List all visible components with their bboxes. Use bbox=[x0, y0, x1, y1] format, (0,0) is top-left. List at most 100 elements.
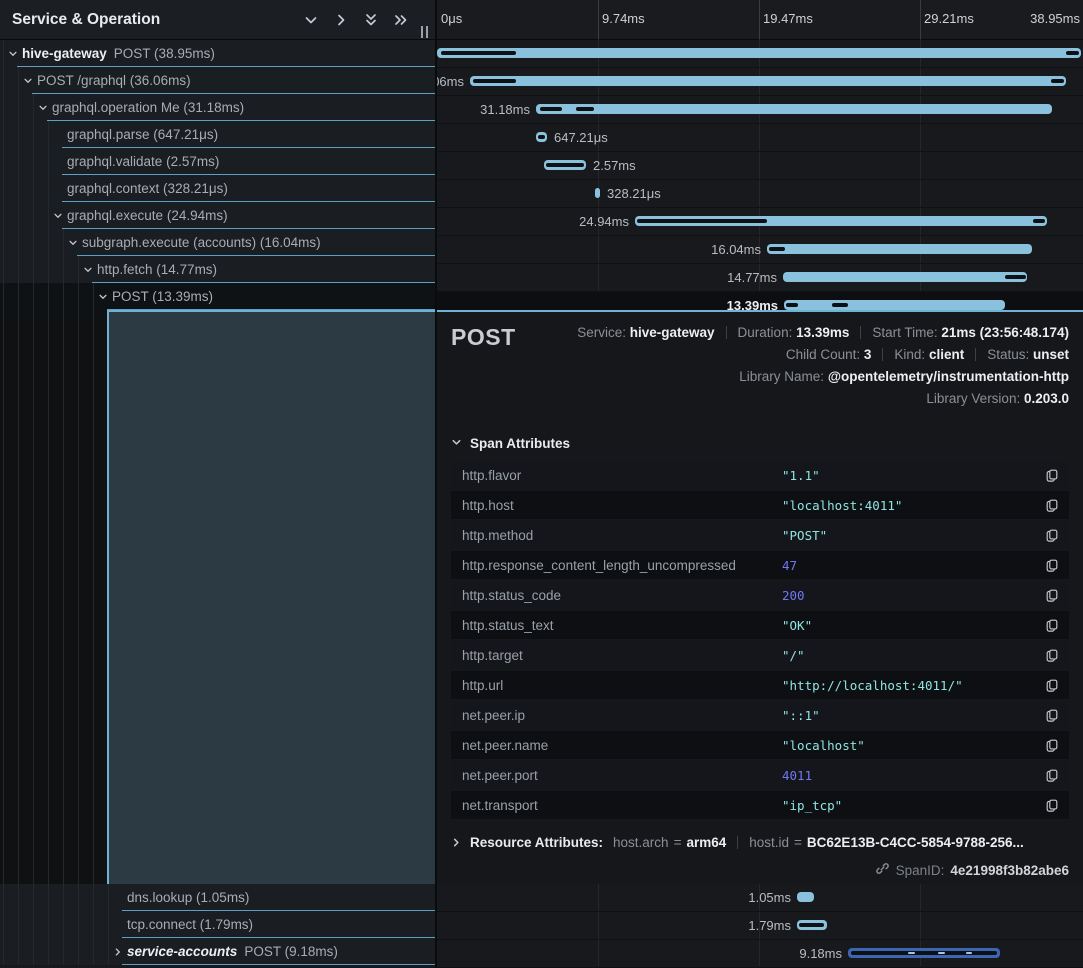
double-chevron-down-icon[interactable] bbox=[363, 12, 379, 28]
indent-guide bbox=[48, 884, 49, 911]
span-tree-row[interactable]: hive-gatewayPOST (38.95ms) bbox=[0, 40, 435, 67]
span-label: hive-gatewayPOST (38.95ms) bbox=[22, 40, 215, 67]
chevron-down-icon[interactable] bbox=[98, 283, 108, 310]
timeline-row[interactable]: 328.21μs bbox=[437, 180, 1083, 208]
overview-label: Start Time: bbox=[872, 325, 941, 340]
timeline-row[interactable]: 31.18ms bbox=[437, 96, 1083, 124]
attribute-value: 4011 bbox=[782, 768, 1035, 783]
copy-icon[interactable] bbox=[1035, 648, 1069, 662]
indent-guide bbox=[78, 938, 79, 965]
divider bbox=[860, 326, 861, 339]
timeline-row[interactable]: 36.06ms bbox=[437, 68, 1083, 96]
resource-key: host.id bbox=[749, 835, 789, 850]
indent-guide bbox=[3, 911, 4, 938]
chevron-down-icon[interactable] bbox=[53, 202, 63, 229]
copy-icon[interactable] bbox=[1035, 588, 1069, 602]
copy-icon[interactable] bbox=[1035, 558, 1069, 572]
span-tree-row[interactable]: graphql.context (328.21μs) bbox=[0, 175, 435, 202]
timeline-row[interactable] bbox=[437, 40, 1083, 68]
attribute-key: http.url bbox=[451, 678, 782, 693]
attribute-value: "POST" bbox=[782, 528, 1035, 543]
chevron-right-icon[interactable] bbox=[333, 12, 349, 28]
span-bar[interactable] bbox=[437, 48, 1081, 58]
ruler-tick-label: 38.95ms bbox=[1030, 0, 1080, 38]
duration-label: 14.77ms bbox=[727, 264, 777, 291]
span-tree-row[interactable]: graphql.parse (647.21μs) bbox=[0, 121, 435, 148]
chevron-down-icon[interactable] bbox=[8, 40, 18, 67]
double-chevron-right-icon[interactable] bbox=[393, 12, 409, 28]
chevron-right-icon[interactable] bbox=[113, 938, 123, 965]
indent-guide bbox=[48, 256, 49, 283]
span-label: http.fetch (14.77ms) bbox=[97, 256, 217, 283]
timeline-row[interactable]: 1.05ms bbox=[437, 884, 1083, 912]
span-bar[interactable] bbox=[470, 76, 1066, 86]
divider bbox=[975, 348, 976, 361]
span-tree-row[interactable]: dns.lookup (1.05ms) bbox=[0, 884, 435, 911]
copy-icon[interactable] bbox=[1035, 618, 1069, 632]
attribute-value: "::1" bbox=[782, 708, 1035, 723]
span-bar[interactable] bbox=[544, 160, 586, 170]
indent-guide bbox=[33, 884, 34, 911]
span-attributes-header[interactable]: Span Attributes bbox=[451, 436, 1069, 451]
resource-attributes-row[interactable]: Resource Attributes: host.arch=arm64host… bbox=[437, 835, 1083, 850]
span-tree-row[interactable]: graphql.validate (2.57ms) bbox=[0, 148, 435, 175]
timeline-row[interactable]: 1.79ms bbox=[437, 912, 1083, 940]
timeline-row[interactable]: 16.04ms bbox=[437, 236, 1083, 264]
span-bar[interactable] bbox=[783, 272, 1027, 282]
copy-icon[interactable] bbox=[1035, 738, 1069, 752]
span-tree-row[interactable]: POST (13.39ms) bbox=[0, 283, 435, 310]
span-bar[interactable] bbox=[784, 300, 1005, 310]
chevron-down-icon[interactable] bbox=[38, 94, 48, 121]
span-tree-row[interactable]: POST /graphql (36.06ms) bbox=[0, 67, 435, 94]
sub-span-mark bbox=[637, 219, 767, 223]
timeline-row[interactable]: 2.57ms bbox=[437, 152, 1083, 180]
indent-guide bbox=[3, 938, 4, 965]
attribute-value: "localhost:4011" bbox=[782, 498, 1035, 513]
indent-guide bbox=[48, 202, 49, 229]
span-bar[interactable] bbox=[536, 132, 547, 142]
span-tree-row[interactable]: subgraph.execute (accounts) (16.04ms) bbox=[0, 229, 435, 256]
span-bar[interactable] bbox=[767, 244, 1032, 254]
copy-icon[interactable] bbox=[1035, 678, 1069, 692]
span-bar[interactable] bbox=[797, 920, 827, 930]
timeline-row[interactable]: 647.21μs bbox=[437, 124, 1083, 152]
timeline-row[interactable]: 24.94ms bbox=[437, 208, 1083, 236]
chevron-down-icon[interactable] bbox=[83, 256, 93, 283]
sub-span-mark bbox=[576, 107, 594, 111]
span-tree-row[interactable]: tcp.connect (1.79ms) bbox=[0, 911, 435, 938]
chevron-down-icon[interactable] bbox=[23, 67, 33, 94]
span-tree-row[interactable]: graphql.operation Me (31.18ms) bbox=[0, 94, 435, 121]
copy-icon[interactable] bbox=[1035, 768, 1069, 782]
span-bar[interactable] bbox=[848, 948, 1000, 958]
copy-icon[interactable] bbox=[1035, 498, 1069, 512]
span-bar[interactable] bbox=[536, 104, 1052, 114]
span-bar[interactable] bbox=[797, 892, 814, 902]
indent-guide bbox=[78, 256, 79, 283]
span-label: graphql.execute (24.94ms) bbox=[67, 202, 228, 229]
copy-icon[interactable] bbox=[1035, 798, 1069, 812]
link-icon[interactable] bbox=[875, 861, 890, 879]
indent-guide bbox=[33, 121, 34, 148]
duration-label: 31.18ms bbox=[480, 96, 530, 123]
span-label: graphql.context (328.21μs) bbox=[67, 175, 228, 202]
indent-guide bbox=[18, 229, 19, 256]
span-label: dns.lookup (1.05ms) bbox=[127, 884, 249, 911]
panel-resize-grip[interactable] bbox=[421, 26, 428, 38]
detail-title: POST bbox=[451, 324, 516, 351]
span-tree-row[interactable]: graphql.execute (24.94ms) bbox=[0, 202, 435, 229]
span-tree-row[interactable]: http.fetch (14.77ms) bbox=[0, 256, 435, 283]
indent-guide bbox=[18, 310, 19, 884]
timeline-row[interactable]: 14.77ms bbox=[437, 264, 1083, 292]
copy-icon[interactable] bbox=[1035, 528, 1069, 542]
copy-icon[interactable] bbox=[1035, 468, 1069, 482]
copy-icon[interactable] bbox=[1035, 708, 1069, 722]
span-bar[interactable] bbox=[635, 216, 1047, 226]
timeline-rows-bottom: 1.05ms1.79ms9.18ms bbox=[437, 884, 1083, 968]
indent-guide bbox=[63, 229, 64, 256]
timeline-row[interactable]: 9.18ms bbox=[437, 940, 1083, 968]
chevron-down-icon[interactable] bbox=[303, 12, 319, 28]
indent-guide bbox=[3, 884, 4, 911]
span-bar[interactable] bbox=[595, 188, 600, 198]
chevron-down-icon[interactable] bbox=[68, 229, 78, 256]
span-tree-row[interactable]: service-accountsPOST (9.18ms) bbox=[0, 938, 435, 965]
